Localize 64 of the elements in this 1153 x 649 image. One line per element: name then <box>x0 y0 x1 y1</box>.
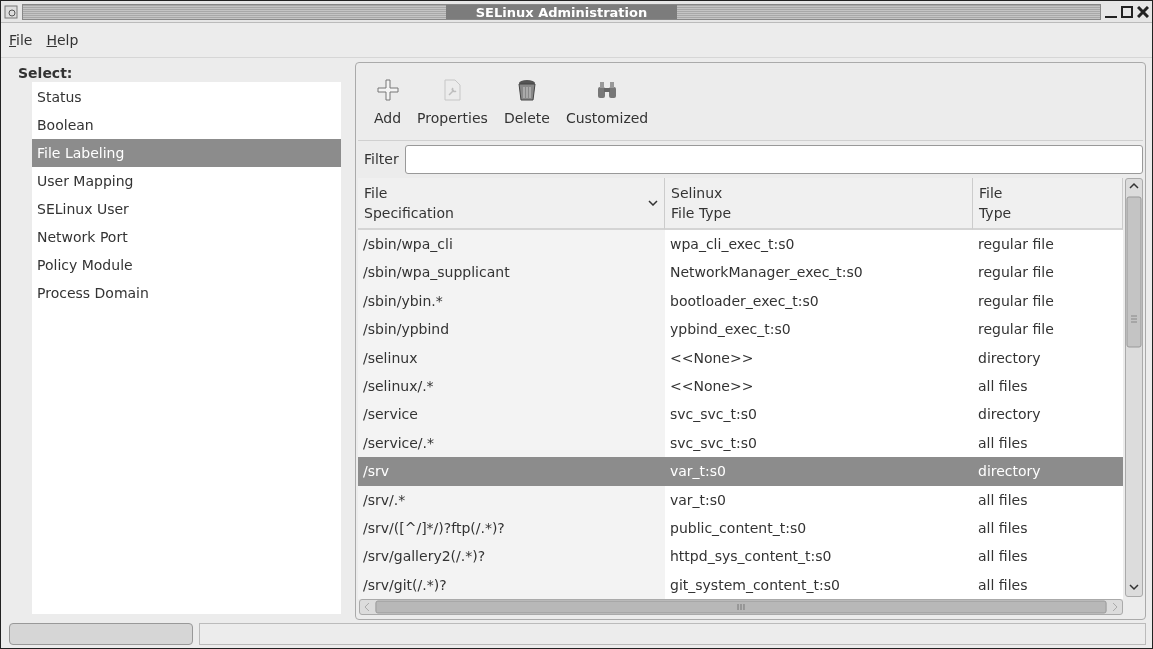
table-cell: public_content_t:s0 <box>665 513 973 543</box>
table-cell: /srv/gallery2(/.*)? <box>358 542 665 571</box>
sidebar-item[interactable]: SELinux User <box>32 195 341 223</box>
maximize-icon[interactable] <box>1121 5 1133 18</box>
table-cell: /service <box>358 400 665 429</box>
table-cell: regular file <box>973 286 1123 316</box>
menu-item[interactable]: Help <box>46 29 79 51</box>
table-cell: <<None>> <box>665 343 973 372</box>
sidebar-item[interactable]: Status <box>32 83 341 111</box>
app-icon <box>4 4 18 19</box>
table-cell: all files <box>973 542 1123 571</box>
sidebar-item[interactable]: Policy Module <box>32 251 341 279</box>
table-cell: all files <box>973 485 1123 514</box>
table-cell: /sbin/wpa_cli <box>358 230 665 259</box>
sidebar-item[interactable]: User Mapping <box>32 167 341 195</box>
table-cell: regular file <box>973 230 1123 259</box>
table-cell: directory <box>973 343 1123 372</box>
table-cell: /sbin/wpa_supplicant <box>358 258 665 287</box>
sidebar-item[interactable]: Network Port <box>32 223 341 251</box>
table-cell: NetworkManager_exec_t:s0 <box>665 258 973 287</box>
table-cell: /selinux <box>358 343 665 372</box>
table-cell: git_system_content_t:s0 <box>665 570 973 600</box>
table-cell: /sbin/ybin.* <box>358 286 665 316</box>
sidebar-heading: Select: <box>18 64 74 82</box>
sidebar-item[interactable]: Boolean <box>32 111 341 139</box>
vertical-scrollbar[interactable] <box>1125 178 1143 597</box>
table-cell: ypbind_exec_t:s0 <box>665 315 973 344</box>
filter-label: Filter <box>364 150 399 169</box>
table-cell: directory <box>973 457 1123 486</box>
table-cell: svc_svc_t:s0 <box>665 400 973 429</box>
add-button[interactable]: Add <box>366 67 410 140</box>
delete-button[interactable]: Delete <box>495 67 558 140</box>
table-cell: /sbin/ypbind <box>358 315 665 344</box>
table-cell: /srv <box>358 457 665 486</box>
table-cell: all files <box>973 371 1123 401</box>
table-cell: all files <box>973 513 1123 543</box>
table-cell: var_t:s0 <box>665 485 973 514</box>
table-cell: regular file <box>973 258 1123 287</box>
table-cell: all files <box>973 570 1123 600</box>
table-cell: regular file <box>973 315 1123 344</box>
table-cell: all files <box>973 428 1123 458</box>
table-cell: /srv/.* <box>358 485 665 514</box>
table-cell: /selinux/.* <box>358 371 665 401</box>
menu-item[interactable]: File <box>9 29 33 51</box>
window-title: SELinux Administration <box>445 4 678 19</box>
table-cell: var_t:s0 <box>665 457 973 486</box>
table-cell: svc_svc_t:s0 <box>665 428 973 458</box>
column-header[interactable]: File Type <box>973 178 1123 230</box>
table-cell: /srv/([^/]*/)?ftp(/.*)? <box>358 513 665 543</box>
column-header[interactable]: File Specification <box>358 178 665 230</box>
table-cell: wpa_cli_exec_t:s0 <box>665 230 973 259</box>
close-icon[interactable] <box>1137 5 1149 18</box>
horizontal-scrollbar[interactable] <box>359 599 1123 615</box>
table-cell: directory <box>973 400 1123 429</box>
filter-field[interactable] <box>404 145 1143 174</box>
table-cell: /service/.* <box>358 428 665 458</box>
table-cell: httpd_sys_content_t:s0 <box>665 542 973 571</box>
customized-button[interactable]: Customized <box>557 67 657 140</box>
table-cell: <<None>> <box>665 371 973 401</box>
table-cell: /srv/git(/.*)? <box>358 570 665 600</box>
column-header[interactable]: Selinux File Type <box>665 178 973 230</box>
sidebar-item[interactable]: Process Domain <box>32 279 341 307</box>
sort-icon <box>648 200 658 206</box>
table-cell: bootloader_exec_t:s0 <box>665 286 973 316</box>
